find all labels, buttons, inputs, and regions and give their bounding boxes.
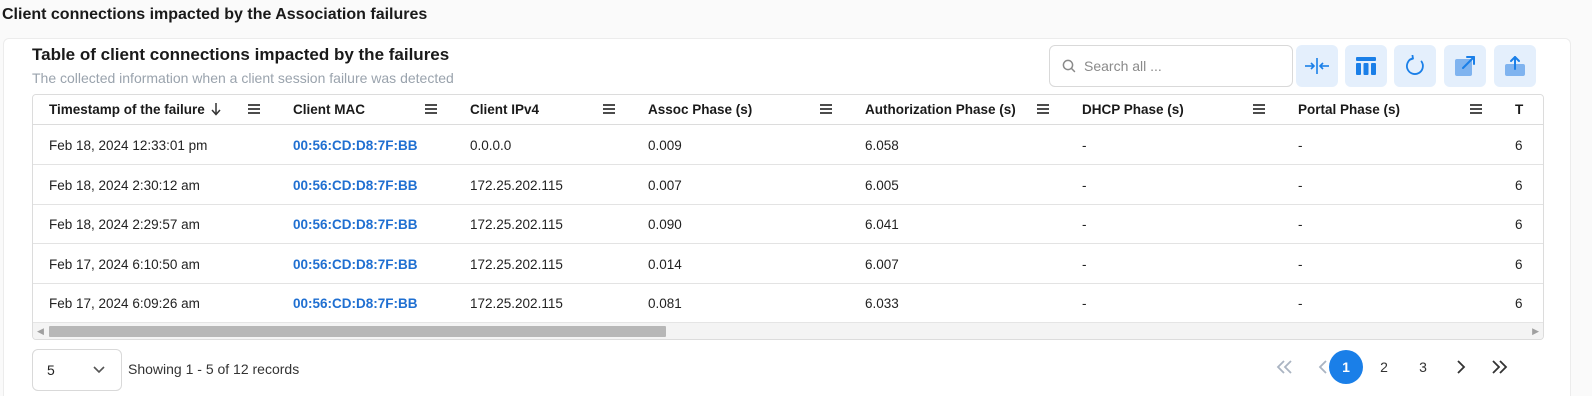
double-chevron-right-icon [1492,360,1508,374]
column-menu-icon[interactable] [1036,103,1050,115]
cell-ipv4: 172.25.202.115 [470,296,563,311]
column-menu-icon[interactable] [1469,103,1483,115]
scrollbar-thumb[interactable] [49,326,666,337]
cell-ipv4: 0.0.0.0 [470,138,512,153]
chevron-down-icon [93,366,105,374]
cell-timestamp: Feb 18, 2024 2:30:12 am [49,178,200,193]
page-size-select[interactable]: 5 [32,349,122,391]
search-box[interactable] [1049,45,1293,87]
chevron-left-icon [1318,360,1327,374]
page-title: Client connections impacted by the Assoc… [2,6,428,23]
double-chevron-left-icon [1276,360,1292,374]
cell-truncated: 6 [1515,296,1523,311]
refresh-button[interactable] [1394,45,1436,87]
table-row[interactable]: Feb 18, 2024 2:30:12 am 00:56:CD:D8:7F:B… [33,166,1543,205]
cell-timestamp: Feb 17, 2024 6:09:26 am [49,296,200,311]
cell-assoc: 0.009 [648,138,682,153]
cell-portal: - [1298,138,1303,153]
cell-truncated: 6 [1515,138,1523,153]
cell-ipv4: 172.25.202.115 [470,178,563,193]
open-external-button[interactable] [1444,45,1486,87]
card-subtitle: The collected information when a client … [32,70,454,86]
cell-portal: - [1298,257,1303,272]
column-chooser-button[interactable] [1345,45,1387,87]
table-row[interactable]: Feb 17, 2024 6:09:26 am 00:56:CD:D8:7F:B… [33,284,1543,323]
scroll-right-arrow-icon[interactable]: ▶ [1532,326,1539,337]
client-mac-link[interactable]: 00:56:CD:D8:7F:BB [293,166,418,205]
column-header-truncated[interactable]: T [1515,95,1523,125]
table-header: Timestamp of the failure Client MAC Clie… [33,95,1543,125]
cell-authorization: 6.033 [865,296,899,311]
column-header-authorization[interactable]: Authorization Phase (s) [865,95,1016,125]
cell-assoc: 0.014 [648,257,682,272]
horizontal-scrollbar[interactable]: ◀ ▶ [33,322,1543,339]
records-summary: Showing 1 - 5 of 12 records [128,361,300,377]
cell-dhcp: - [1082,178,1087,193]
first-page-button[interactable] [1268,350,1302,384]
fit-columns-icon [1305,58,1329,74]
failures-table: Timestamp of the failure Client MAC Clie… [32,94,1544,340]
column-menu-icon[interactable] [424,103,438,115]
cell-authorization: 6.007 [865,257,899,272]
cell-assoc: 0.081 [648,296,682,311]
page-button-3[interactable]: 3 [1406,350,1440,384]
cell-dhcp: - [1082,217,1087,232]
export-button[interactable] [1494,45,1536,87]
columns-icon [1356,57,1376,75]
cell-authorization: 6.041 [865,217,899,232]
column-header-ipv4[interactable]: Client IPv4 [470,95,539,125]
page-button-1[interactable]: 1 [1329,350,1363,384]
column-header-portal[interactable]: Portal Phase (s) [1298,95,1400,125]
cell-dhcp: - [1082,257,1087,272]
cell-truncated: 6 [1515,257,1523,272]
column-menu-icon[interactable] [819,103,833,115]
cell-ipv4: 172.25.202.115 [470,257,563,272]
card-title: Table of client connections impacted by … [32,45,450,64]
cell-dhcp: - [1082,296,1087,311]
cell-portal: - [1298,296,1303,311]
column-header-timestamp[interactable]: Timestamp of the failure [49,95,205,125]
refresh-icon [1406,55,1424,75]
client-mac-link[interactable]: 00:56:CD:D8:7F:BB [293,284,418,323]
fit-columns-button[interactable] [1296,45,1338,87]
chevron-right-icon [1457,360,1466,374]
client-mac-link[interactable]: 00:56:CD:D8:7F:BB [293,126,418,165]
column-menu-icon[interactable] [247,103,261,115]
cell-timestamp: Feb 17, 2024 6:10:50 am [49,257,200,272]
last-page-button[interactable] [1482,350,1516,384]
external-link-icon [1455,56,1475,76]
client-mac-link[interactable]: 00:56:CD:D8:7F:BB [293,205,418,244]
cell-assoc: 0.007 [648,178,682,193]
cell-dhcp: - [1082,138,1087,153]
cell-truncated: 6 [1515,217,1523,232]
column-header-dhcp[interactable]: DHCP Phase (s) [1082,95,1184,125]
column-menu-icon[interactable] [602,103,616,115]
column-header-mac[interactable]: Client MAC [293,95,365,125]
cell-authorization: 6.005 [865,178,899,193]
table-row[interactable]: Feb 17, 2024 6:10:50 am 00:56:CD:D8:7F:B… [33,245,1543,284]
page-size-value: 5 [47,362,55,378]
cell-timestamp: Feb 18, 2024 2:29:57 am [49,217,200,232]
failures-card: Table of client connections impacted by … [3,38,1571,396]
table-row[interactable]: Feb 18, 2024 12:33:01 pm 00:56:CD:D8:7F:… [33,126,1543,165]
column-header-assoc[interactable]: Assoc Phase (s) [648,95,752,125]
table-row[interactable]: Feb 18, 2024 2:29:57 am 00:56:CD:D8:7F:B… [33,205,1543,244]
column-menu-icon[interactable] [1252,103,1266,115]
cell-timestamp: Feb 18, 2024 12:33:01 pm [49,138,208,153]
next-page-button[interactable] [1444,350,1478,384]
scroll-left-arrow-icon[interactable]: ◀ [37,326,44,337]
cell-assoc: 0.090 [648,217,682,232]
cell-ipv4: 172.25.202.115 [470,217,563,232]
page-button-2[interactable]: 2 [1367,350,1401,384]
cell-truncated: 6 [1515,178,1523,193]
upload-icon [1505,56,1525,76]
cell-portal: - [1298,178,1303,193]
cell-portal: - [1298,217,1303,232]
sort-desc-icon[interactable] [209,101,223,117]
search-icon [1062,59,1076,73]
cell-authorization: 6.058 [865,138,899,153]
search-input[interactable] [1084,54,1284,78]
client-mac-link[interactable]: 00:56:CD:D8:7F:BB [293,245,418,284]
